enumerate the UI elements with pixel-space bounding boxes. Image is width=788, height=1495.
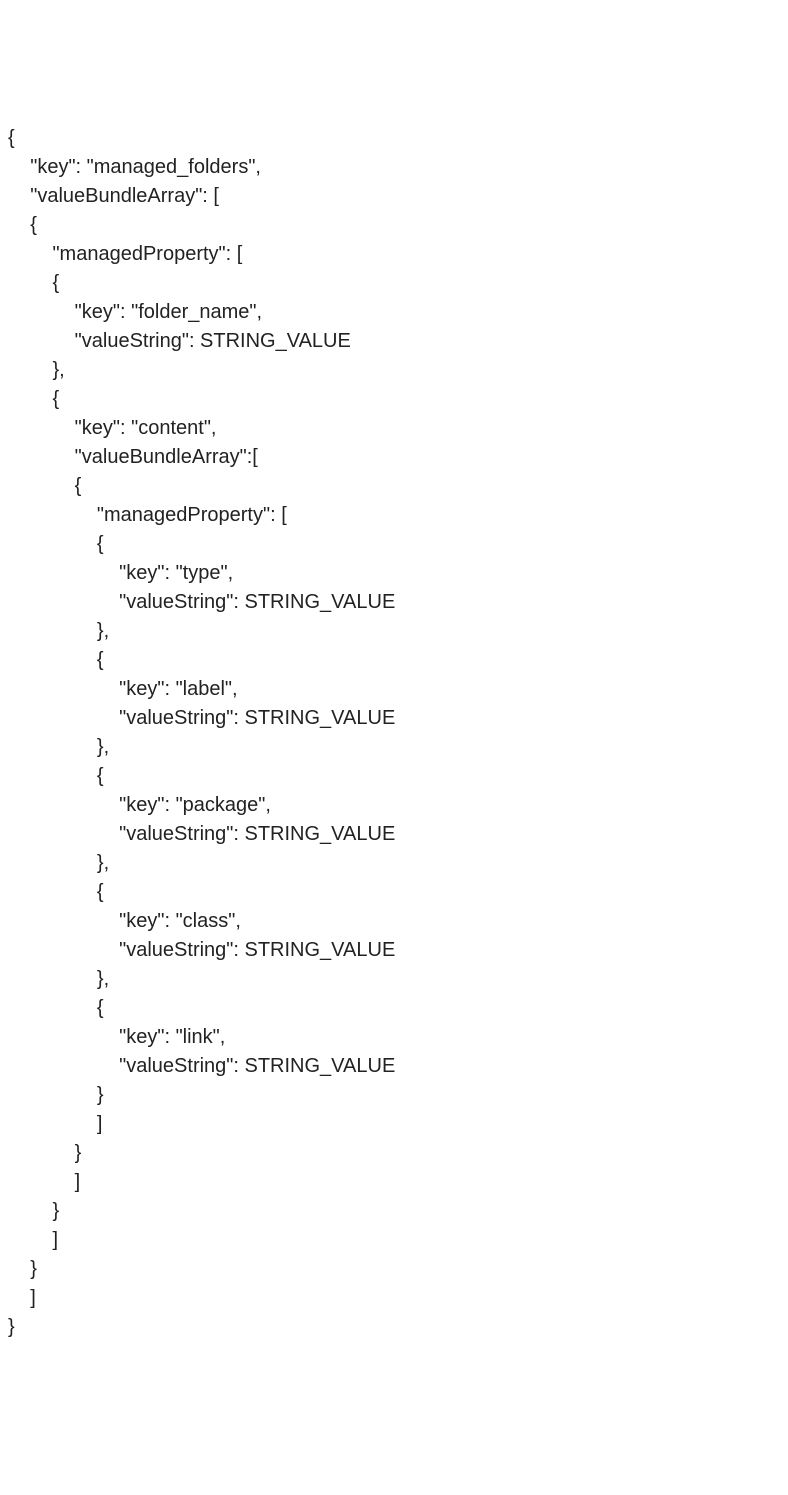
code-line: "valueString": STRING_VALUE [8,704,780,733]
code-line: "key": "folder_name", [8,298,780,327]
code-line: ] [8,1284,780,1313]
code-line: "managedProperty": [ [8,240,780,269]
code-line: "valueString": STRING_VALUE [8,936,780,965]
code-line: { [8,646,780,675]
code-line: { [8,211,780,240]
code-line: } [8,1081,780,1110]
code-line: { [8,530,780,559]
code-line: } [8,1139,780,1168]
code-line: "key": "class", [8,907,780,936]
code-line: "key": "managed_folders", [8,153,780,182]
code-line: "managedProperty": [ [8,501,780,530]
code-line: { [8,472,780,501]
code-line: }, [8,356,780,385]
code-line: ] [8,1168,780,1197]
code-line: "valueBundleArray":[ [8,443,780,472]
code-line: "valueString": STRING_VALUE [8,327,780,356]
code-line: "key": "content", [8,414,780,443]
code-line: ] [8,1110,780,1139]
code-line: "key": "package", [8,791,780,820]
code-line: } [8,1313,780,1342]
code-line: { [8,269,780,298]
code-line: "key": "label", [8,675,780,704]
code-line: }, [8,849,780,878]
code-line: ] [8,1226,780,1255]
code-line: "valueString": STRING_VALUE [8,820,780,849]
code-line: } [8,1255,780,1284]
code-line: "key": "link", [8,1023,780,1052]
code-line: }, [8,617,780,646]
code-line: "key": "type", [8,559,780,588]
code-line: { [8,994,780,1023]
code-line: "valueString": STRING_VALUE [8,588,780,617]
code-line: { [8,878,780,907]
code-line: { [8,762,780,791]
code-line: "valueString": STRING_VALUE [8,1052,780,1081]
code-line: { [8,385,780,414]
code-line: { [8,124,780,153]
code-line: }, [8,733,780,762]
code-line: } [8,1197,780,1226]
code-block: { "key": "managed_folders", "valueBundle… [8,124,780,1342]
code-line: "valueBundleArray": [ [8,182,780,211]
code-line: }, [8,965,780,994]
